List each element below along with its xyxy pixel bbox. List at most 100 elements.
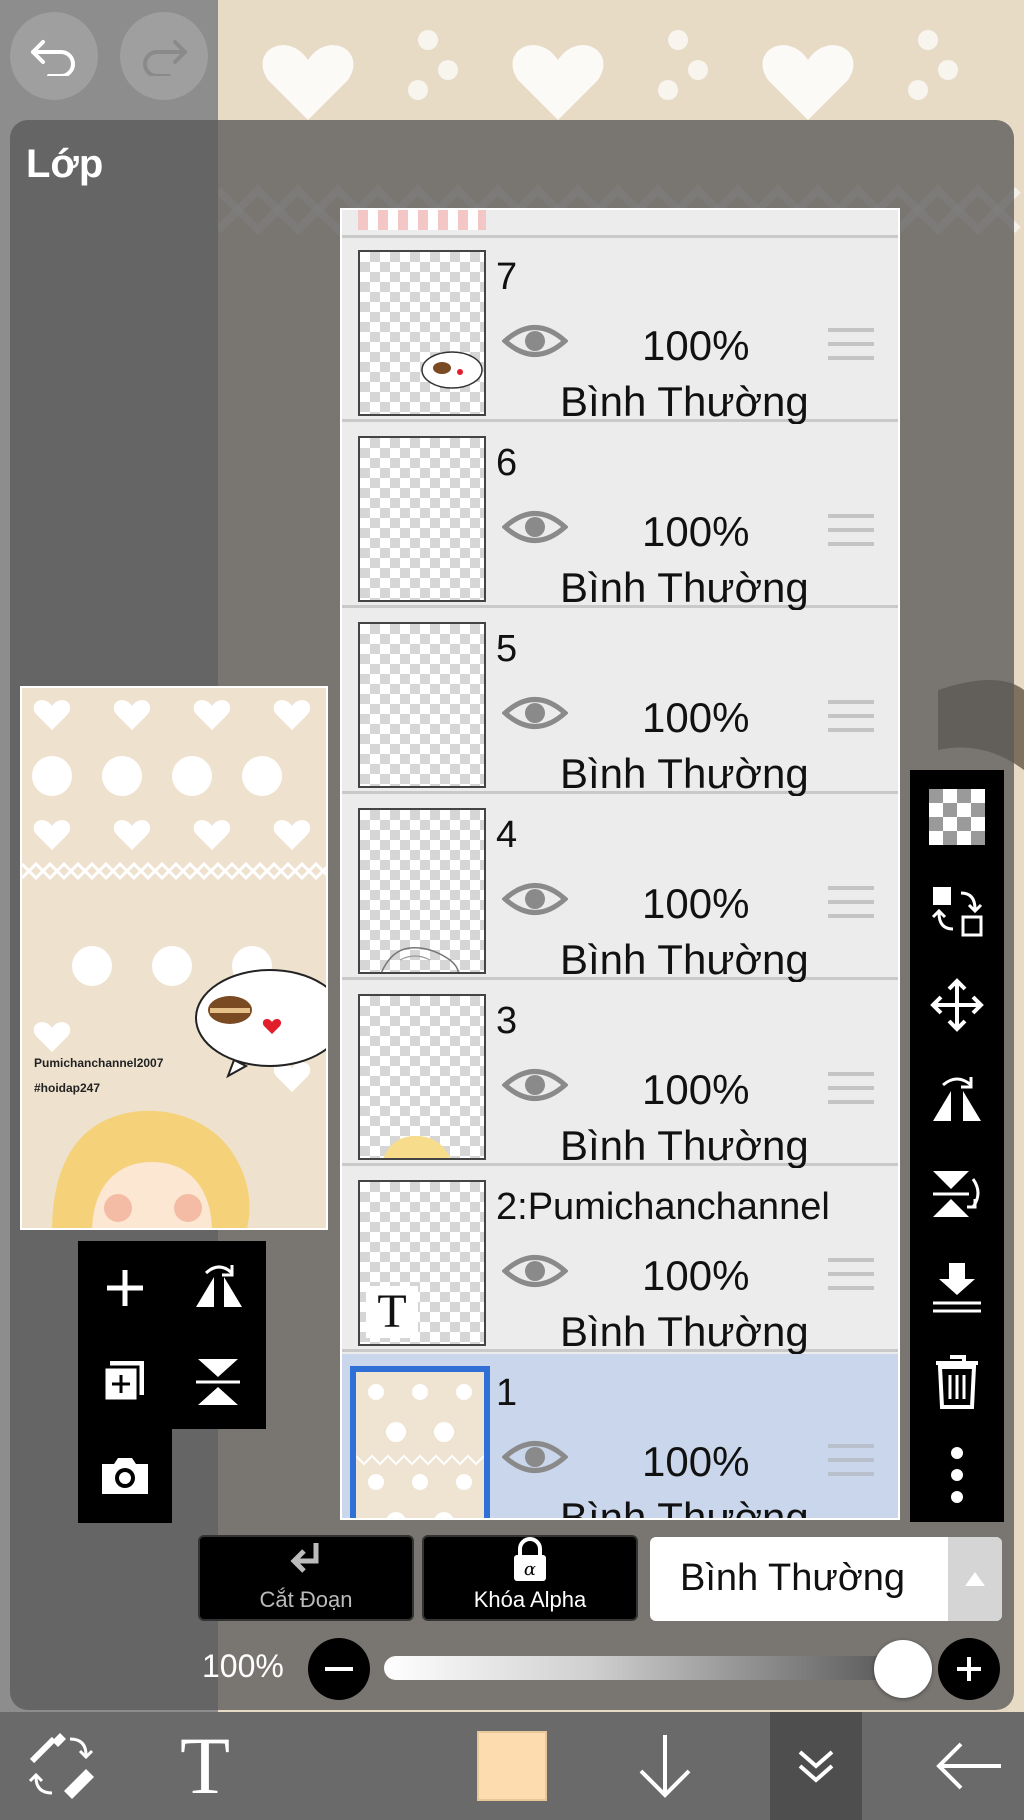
preview-artwork <box>22 688 326 1228</box>
triangle-up-icon <box>965 1572 985 1586</box>
tool-switch-button[interactable] <box>16 1712 106 1820</box>
layer-blend-mode: Bình Thường <box>560 564 809 611</box>
preview-watermark-line1: Pumichanchannel2007 <box>34 1056 164 1070</box>
opacity-decrease-button[interactable] <box>308 1638 370 1700</box>
plus-icon <box>957 1657 981 1681</box>
move-icon <box>930 978 984 1032</box>
lock-alpha-icon: α <box>514 1537 546 1581</box>
arrow-down-icon <box>639 1735 691 1798</box>
camera-button[interactable] <box>78 1429 172 1523</box>
layer-row-selected[interactable]: 1 100% Bình Thường <box>342 1354 898 1520</box>
drag-handle-icon[interactable] <box>828 884 874 920</box>
layer-opacity[interactable]: 100% <box>642 1438 749 1486</box>
flip-horizontal-button-2[interactable] <box>910 1052 1004 1146</box>
drag-handle-icon[interactable] <box>828 1256 874 1292</box>
undo-button[interactable] <box>10 12 98 100</box>
drag-handle-icon[interactable] <box>828 512 874 548</box>
delete-layer-button[interactable] <box>910 1334 1004 1428</box>
layer-row-partial <box>342 210 898 238</box>
flip-horizontal-icon <box>196 1265 242 1307</box>
opacity-slider-knob[interactable] <box>874 1640 932 1698</box>
blend-mode-select[interactable]: Bình Thường <box>650 1537 1002 1621</box>
color-picker-button[interactable] <box>472 1712 552 1820</box>
plus-icon <box>107 1270 143 1306</box>
flip-vertical-icon <box>933 1171 980 1217</box>
drag-handle-icon[interactable] <box>828 1070 874 1106</box>
opacity-label: 100% <box>202 1648 284 1684</box>
redo-button[interactable] <box>120 12 208 100</box>
back-button[interactable] <box>930 1712 1010 1820</box>
layer-opacity[interactable]: 100% <box>642 322 749 370</box>
flip-vertical-icon <box>196 1359 240 1405</box>
blend-mode-arrow[interactable] <box>948 1537 1002 1621</box>
layer-opacity[interactable]: 100% <box>642 1252 749 1300</box>
trash-icon <box>936 1355 978 1409</box>
add-layer-button[interactable] <box>78 1241 172 1335</box>
checkerboard-icon <box>929 789 985 845</box>
layer-thumbnail <box>358 994 486 1160</box>
chevron-double-down-icon <box>798 1750 834 1783</box>
text-layer-icon: T <box>366 1286 418 1338</box>
flip-horizontal-button[interactable] <box>172 1241 266 1335</box>
layer-thumbnail: T <box>358 1180 486 1346</box>
current-color-swatch <box>477 1731 547 1801</box>
flip-vertical-button[interactable] <box>172 1335 266 1429</box>
layer-name: 3 <box>496 1000 518 1042</box>
minus-icon <box>325 1667 353 1671</box>
layer-opacity[interactable]: 100% <box>642 880 749 928</box>
layer-action-toolbar <box>910 770 1004 1522</box>
layer-blend-mode: Bình Thường <box>560 1308 809 1355</box>
flip-vertical-button-2[interactable] <box>910 1146 1004 1240</box>
drag-handle-icon[interactable] <box>828 1442 874 1478</box>
brush-eraser-icon <box>28 1733 94 1799</box>
layer-blend-mode: Bình Thường <box>560 936 809 983</box>
layer-opacity[interactable]: 100% <box>642 1066 749 1114</box>
layer-thumbnail <box>350 1366 490 1518</box>
duplicate-layer-button[interactable] <box>78 1335 172 1429</box>
layer-row[interactable]: 6 100% Bình Thường <box>342 424 898 611</box>
redo-icon <box>143 40 187 76</box>
blend-mode-value: Bình Thường <box>680 1557 906 1599</box>
layer-opacity[interactable]: 100% <box>642 694 749 742</box>
visibility-eye-icon[interactable] <box>502 506 568 548</box>
layer-blend-mode: Bình Thường <box>560 378 809 425</box>
visibility-eye-icon[interactable] <box>502 1436 568 1478</box>
visibility-eye-icon[interactable] <box>502 692 568 734</box>
alpha-lock-button[interactable]: α Khóa Alpha <box>422 1535 638 1621</box>
visibility-eye-icon[interactable] <box>502 1250 568 1292</box>
clipping-button[interactable]: Cắt Đoạn <box>198 1535 414 1621</box>
layer-row[interactable]: 4 100% Bình Thường <box>342 796 898 983</box>
swap-icon <box>931 887 983 937</box>
move-button[interactable] <box>910 958 1004 1052</box>
flip-horizontal-icon <box>933 1077 981 1121</box>
layer-opacity[interactable]: 100% <box>642 508 749 556</box>
transparency-button[interactable] <box>910 770 1004 864</box>
opacity-increase-button[interactable] <box>938 1638 1000 1700</box>
layers-button[interactable] <box>770 1712 862 1820</box>
move-down-button[interactable] <box>620 1712 710 1820</box>
layer-blend-mode: Bình Thường <box>560 1494 809 1520</box>
more-options-button[interactable] <box>910 1428 1004 1522</box>
drag-handle-icon[interactable] <box>828 698 874 734</box>
text-tool-icon: T <box>179 1720 231 1811</box>
layer-thumbnail <box>358 250 486 416</box>
layer-list[interactable]: 7 100% Bình Thường 6 100% Bình Thường 5 … <box>340 208 900 1520</box>
layer-thumbnail <box>358 436 486 602</box>
layer-row[interactable]: 7 100% Bình Thường <box>342 238 898 425</box>
drag-handle-icon[interactable] <box>828 326 874 362</box>
visibility-eye-icon[interactable] <box>502 320 568 362</box>
layer-row[interactable]: T 2:Pumichanchannel 100% Bình Thường <box>342 1168 898 1355</box>
layer-row[interactable]: 3 100% Bình Thường <box>342 982 898 1169</box>
canvas-preview[interactable]: Pumichanchannel2007 #hoidap247 <box>20 686 328 1230</box>
layer-row[interactable]: 5 100% Bình Thường <box>342 610 898 797</box>
layer-name: 5 <box>496 628 518 670</box>
visibility-eye-icon[interactable] <box>502 1064 568 1106</box>
visibility-eye-icon[interactable] <box>502 878 568 920</box>
merge-down-button[interactable] <box>910 1240 1004 1334</box>
duplicate-layer-icon <box>102 1361 144 1403</box>
text-tool-button[interactable]: T <box>160 1712 250 1820</box>
layer-name: 6 <box>496 442 518 484</box>
opacity-slider[interactable] <box>384 1656 904 1680</box>
swap-layer-button[interactable] <box>910 864 1004 958</box>
preview-watermark-line2: #hoidap247 <box>34 1081 101 1095</box>
